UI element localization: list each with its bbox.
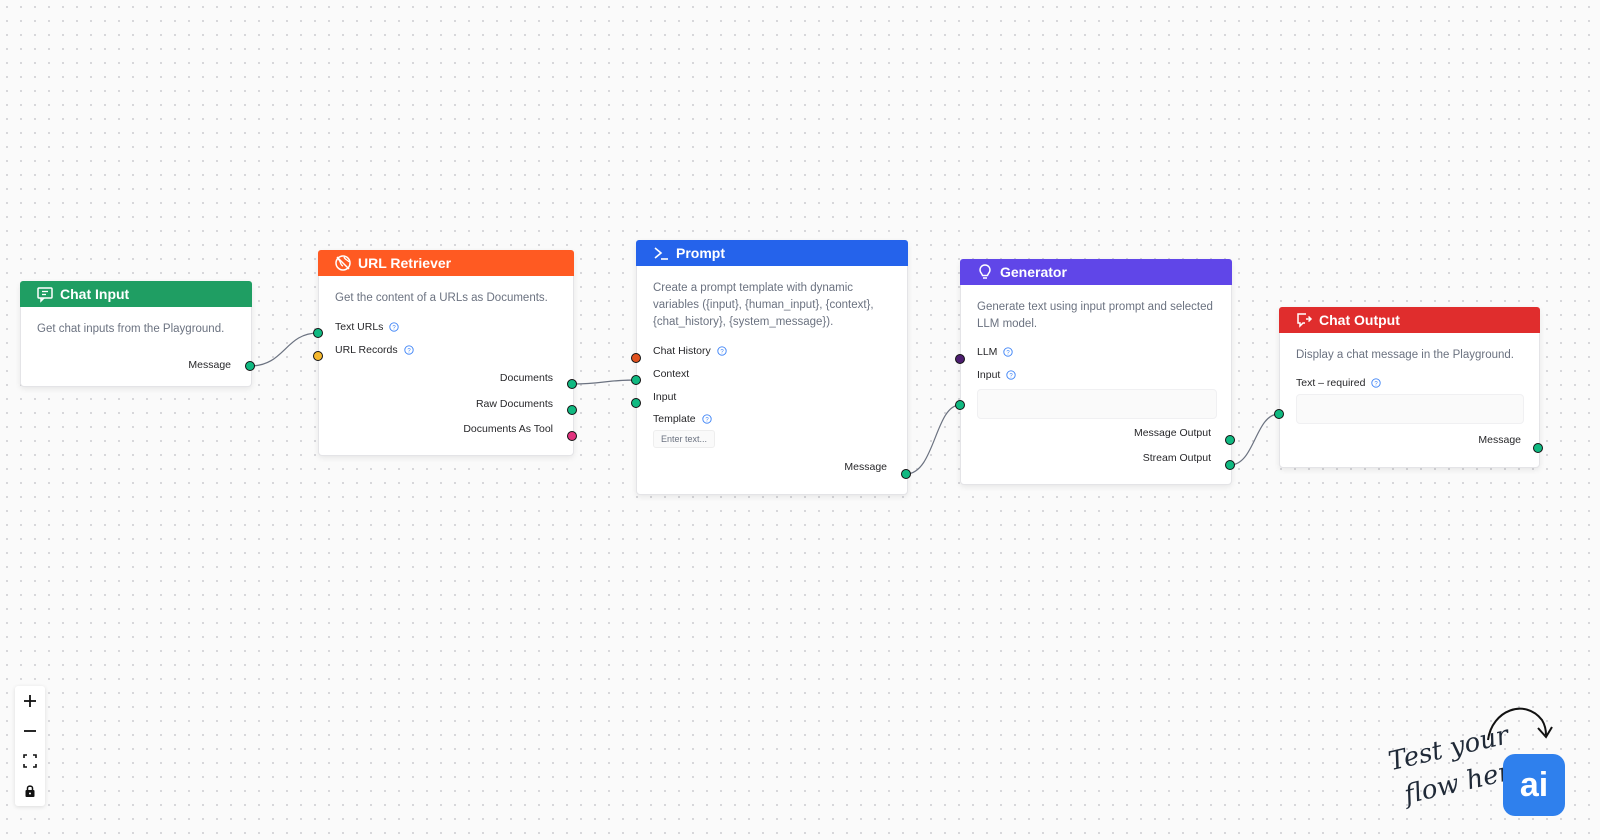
node-header[interactable]: Chat Output <box>1279 307 1540 333</box>
output-message: Message <box>844 461 887 473</box>
input-textbox[interactable] <box>977 389 1217 419</box>
edge-chat-input-to-url-retriever <box>249 332 319 367</box>
prompt-context-handle[interactable] <box>631 375 641 385</box>
node-title: URL Retriever <box>358 255 452 271</box>
chat-input-message-handle[interactable] <box>245 361 255 371</box>
output-label: Raw Documents <box>475 398 553 410</box>
canvas-controls <box>15 686 45 806</box>
input-label: Text – required <box>1296 377 1366 389</box>
input-url-records: URL Records ? <box>335 344 414 356</box>
chat-input-node[interactable]: Chat Input Get chat inputs from the Play… <box>20 281 252 387</box>
input-text-urls: Text URLs ? <box>335 321 400 333</box>
prompt-message-handle[interactable] <box>901 469 911 479</box>
edge-prompt-to-generator <box>905 404 961 475</box>
output-raw-documents: Raw Documents <box>476 398 553 410</box>
input-text: Text – required ? <box>1296 377 1382 389</box>
node-title: Chat Output <box>1319 312 1400 328</box>
terminal-icon <box>652 244 670 262</box>
node-header[interactable]: URL Retriever <box>318 250 574 276</box>
output-stream-output: Stream Output <box>1143 452 1211 464</box>
input-label: Input <box>653 391 677 403</box>
url-retriever-documents-handle[interactable] <box>567 379 577 389</box>
output-message: Message <box>188 359 231 371</box>
assistant-label: ai <box>1519 765 1549 804</box>
help-icon[interactable]: ? <box>717 346 727 356</box>
node-header[interactable]: Chat Input <box>20 281 252 307</box>
node-title: Prompt <box>676 245 725 261</box>
generator-llm-handle[interactable] <box>955 354 965 364</box>
lock-icon[interactable] <box>15 776 45 806</box>
lightbulb-icon <box>976 263 994 281</box>
output-label: Documents As Tool <box>463 423 553 435</box>
url-retriever-node[interactable]: URL Retriever Get the content of a URLs … <box>318 250 574 456</box>
url-retriever-tool-handle[interactable] <box>567 431 577 441</box>
fit-view-icon[interactable] <box>15 746 45 776</box>
edge-url-retriever-to-prompt <box>571 379 637 385</box>
node-description: Create a prompt template with dynamic va… <box>653 282 874 328</box>
generator-stream-output-handle[interactable] <box>1225 460 1235 470</box>
input-context: Context <box>653 368 689 380</box>
input-label: URL Records <box>335 344 398 356</box>
input-label: Context <box>653 368 690 380</box>
chat-output-message-handle[interactable] <box>1533 443 1543 453</box>
help-icon[interactable]: ? <box>403 345 414 355</box>
url-retriever-url-records-handle[interactable] <box>313 351 323 361</box>
output-label: Stream Output <box>1142 452 1211 464</box>
assistant-button[interactable]: ai <box>1503 754 1565 816</box>
input-input: Input ? <box>977 369 1017 381</box>
generator-node[interactable]: Generator Generate text using input prom… <box>960 259 1232 485</box>
output-documents-as-tool: Documents As Tool <box>463 423 553 435</box>
generator-message-output-handle[interactable] <box>1225 435 1235 445</box>
text-textbox[interactable] <box>1296 394 1524 424</box>
node-title: Generator <box>1000 264 1067 280</box>
help-icon[interactable]: ? <box>1006 370 1017 380</box>
node-description: Get the content of a URLs as Documents. <box>335 292 548 304</box>
help-icon[interactable]: ? <box>1371 378 1382 388</box>
chat-output-text-handle[interactable] <box>1274 409 1284 419</box>
input-label: LLM <box>977 346 998 358</box>
chat-input-icon <box>36 285 54 303</box>
chat-output-node[interactable]: Chat Output Display a chat message in th… <box>1279 307 1540 468</box>
node-title: Chat Input <box>60 286 130 302</box>
edge-generator-to-chat-output <box>1229 413 1280 466</box>
input-label: Input <box>977 369 1001 381</box>
help-icon[interactable]: ? <box>389 322 400 332</box>
help-icon[interactable]: ? <box>1003 347 1014 357</box>
chat-output-icon <box>1295 311 1313 329</box>
url-retriever-text-urls-handle[interactable] <box>313 328 323 338</box>
input-input: Input <box>653 391 676 403</box>
input-label: Chat History <box>653 345 711 357</box>
output-label: Documents <box>499 372 553 384</box>
output-message: Message <box>1478 434 1521 446</box>
input-label: Template <box>653 413 696 425</box>
curved-arrow-icon <box>1487 707 1553 741</box>
output-documents: Documents <box>500 372 553 384</box>
node-header[interactable]: Prompt <box>636 240 908 266</box>
prompt-chat-history-handle[interactable] <box>631 353 641 363</box>
template-input[interactable]: Enter text... <box>653 430 716 448</box>
output-label: Message <box>844 461 887 473</box>
zoom-in-icon[interactable] <box>15 686 45 716</box>
zoom-out-icon[interactable] <box>15 716 45 746</box>
input-chat-history: Chat History ? <box>653 345 727 357</box>
prompt-input-handle[interactable] <box>631 398 641 408</box>
output-label: Message <box>1478 434 1521 446</box>
prompt-node[interactable]: Prompt Create a prompt template with dyn… <box>636 240 908 495</box>
url-retriever-icon <box>334 254 352 272</box>
output-label: Message Output <box>1133 427 1211 439</box>
input-label: Text URLs <box>335 321 384 333</box>
node-description: Get chat inputs from the Playground. <box>37 323 225 335</box>
generator-input-handle[interactable] <box>955 400 965 410</box>
node-description: Display a chat message in the Playground… <box>1296 349 1514 361</box>
input-llm: LLM ? <box>977 346 1014 358</box>
help-icon[interactable]: ? <box>701 414 712 424</box>
url-retriever-raw-documents-handle[interactable] <box>567 405 577 415</box>
input-template: Template ? <box>653 413 712 425</box>
node-description: Generate text using input prompt and sel… <box>977 301 1213 330</box>
output-message-output: Message Output <box>1134 427 1211 439</box>
node-header[interactable]: Generator <box>960 259 1232 285</box>
output-label: Message <box>188 359 231 371</box>
